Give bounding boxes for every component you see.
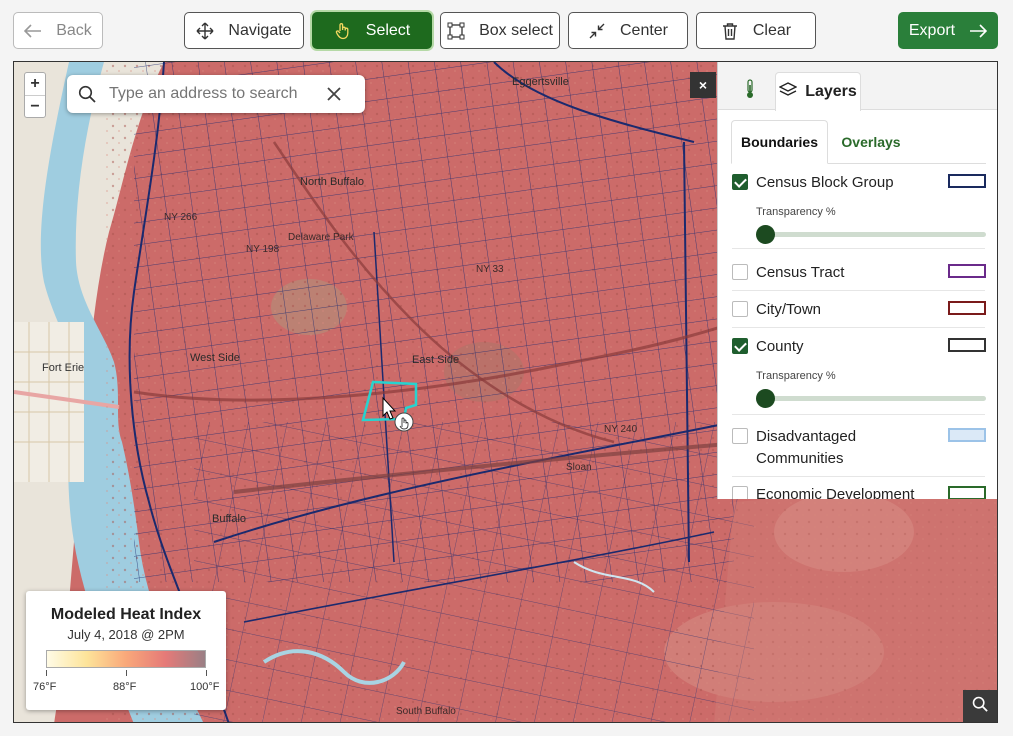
heat-map[interactable]: Eggertsville North Buffalo Delaware Park…	[13, 61, 998, 723]
legend-title: Modeled Heat Index	[50, 606, 202, 623]
transparency-slider[interactable]	[756, 388, 986, 408]
slider-handle[interactable]	[756, 225, 775, 244]
back-button[interactable]: Back	[13, 12, 103, 49]
layer-census-block-group: Census Block Group Transparency %	[732, 172, 986, 244]
census-block-group-checkbox[interactable]	[732, 174, 748, 190]
label-delaware-park: Delaware Park	[288, 232, 354, 243]
disadvantaged-communities-checkbox[interactable]	[732, 428, 748, 444]
clear-label: Clear	[752, 21, 792, 39]
label-south-buffalo: South Buffalo	[396, 706, 456, 717]
clear-button[interactable]: Clear	[696, 12, 816, 49]
legend-min-label: 76°F	[33, 681, 57, 693]
label-west-side: West Side	[190, 352, 240, 364]
heat-index-legend: Modeled Heat Index July 4, 2018 @ 2PM 76…	[26, 591, 226, 710]
label-ny240: NY 240	[604, 424, 638, 435]
census-tract-checkbox[interactable]	[732, 264, 748, 280]
layers-panel: Layers Boundaries Overlays Census Block …	[717, 62, 997, 499]
magnifier-icon	[972, 696, 988, 717]
transparency-slider[interactable]	[756, 224, 986, 244]
label-ny33: NY 33	[476, 264, 504, 275]
navigate-label: Navigate	[228, 21, 292, 39]
legend-subtitle: July 4, 2018 @ 2PM	[67, 627, 185, 642]
label-ny198: NY 198	[246, 244, 280, 255]
layer-subtabs: Boundaries Overlays	[731, 120, 986, 164]
box-select-label: Box select	[479, 21, 553, 39]
layer-county: County Transparency %	[732, 336, 986, 408]
address-search	[67, 75, 365, 113]
layer-color-swatch	[948, 301, 986, 315]
label-sloan: Sloan	[566, 462, 592, 473]
legend-color-ramp	[46, 650, 206, 668]
layer-name: Disadvantaged Communities	[756, 428, 857, 467]
tab-layers-label: Layers	[805, 83, 857, 100]
layer-economic-development: Economic Development	[732, 484, 986, 499]
trash-icon	[721, 22, 739, 40]
tab-heat[interactable]	[730, 72, 770, 110]
layer-color-swatch	[948, 264, 986, 278]
move-icon	[196, 22, 214, 40]
select-label: Select	[365, 21, 411, 39]
select-button[interactable]: Select	[312, 12, 432, 49]
transparency-label: Transparency %	[756, 370, 836, 382]
search-input[interactable]	[107, 84, 317, 104]
clear-search-icon[interactable]	[317, 86, 351, 102]
tab-layers[interactable]: Layers	[775, 72, 861, 111]
layer-name: County	[756, 338, 804, 355]
layer-color-swatch	[948, 338, 986, 352]
layer-name: Census Tract	[756, 264, 845, 281]
label-buffalo: Buffalo	[212, 513, 247, 525]
layer-name: City/Town	[756, 301, 822, 318]
arrow-left-icon	[24, 22, 42, 40]
economic-development-checkbox[interactable]	[732, 486, 748, 499]
layer-name: Economic Development	[756, 486, 915, 499]
layer-name: Census Block Group	[756, 174, 894, 191]
layer-census-tract: Census Tract	[732, 262, 986, 284]
layer-city-town: City/Town	[732, 299, 986, 321]
legend-max-label: 100°F	[190, 681, 220, 693]
city-town-checkbox[interactable]	[732, 301, 748, 317]
center-button[interactable]: Center	[568, 12, 688, 49]
box-select-button[interactable]: Box select	[440, 12, 560, 49]
legend-mid-label: 88°F	[113, 681, 137, 693]
arrow-right-icon	[969, 22, 988, 40]
layer-color-swatch	[948, 174, 986, 188]
navigate-button[interactable]: Navigate	[184, 12, 304, 49]
slider-handle[interactable]	[756, 389, 775, 408]
compress-icon	[588, 22, 606, 40]
map-search-button[interactable]	[963, 690, 997, 722]
label-north-buffalo: North Buffalo	[300, 176, 365, 188]
search-icon[interactable]	[67, 85, 107, 103]
layer-color-swatch	[948, 486, 986, 499]
layer-color-swatch	[948, 428, 986, 442]
zoom-out-button[interactable]: −	[25, 95, 45, 117]
hand-pointer-icon	[334, 22, 352, 40]
zoom-control: + −	[24, 72, 46, 118]
label-east-side: East Side	[412, 354, 460, 366]
tab-overlays[interactable]: Overlays	[831, 120, 911, 164]
thermometer-icon	[745, 78, 755, 104]
box-select-icon	[447, 22, 465, 40]
transparency-label: Transparency %	[756, 206, 836, 218]
tab-boundaries[interactable]: Boundaries	[731, 120, 828, 164]
panel-tabs: Layers	[718, 62, 997, 111]
label-fort-erie: Fort Erie	[42, 362, 85, 374]
label-ny266: NY 266	[164, 212, 198, 223]
center-label: Center	[619, 21, 669, 39]
layer-disadvantaged-communities: Disadvantaged Communities	[732, 426, 986, 470]
county-checkbox[interactable]	[732, 338, 748, 354]
close-panel-button[interactable]: ×	[690, 72, 716, 98]
export-button[interactable]: Export	[898, 12, 998, 49]
export-label: Export	[908, 21, 956, 39]
layers-icon	[778, 81, 798, 103]
label-eggertsville: Eggertsville	[512, 76, 569, 88]
back-label: Back	[56, 21, 92, 39]
zoom-in-button[interactable]: +	[25, 73, 45, 95]
